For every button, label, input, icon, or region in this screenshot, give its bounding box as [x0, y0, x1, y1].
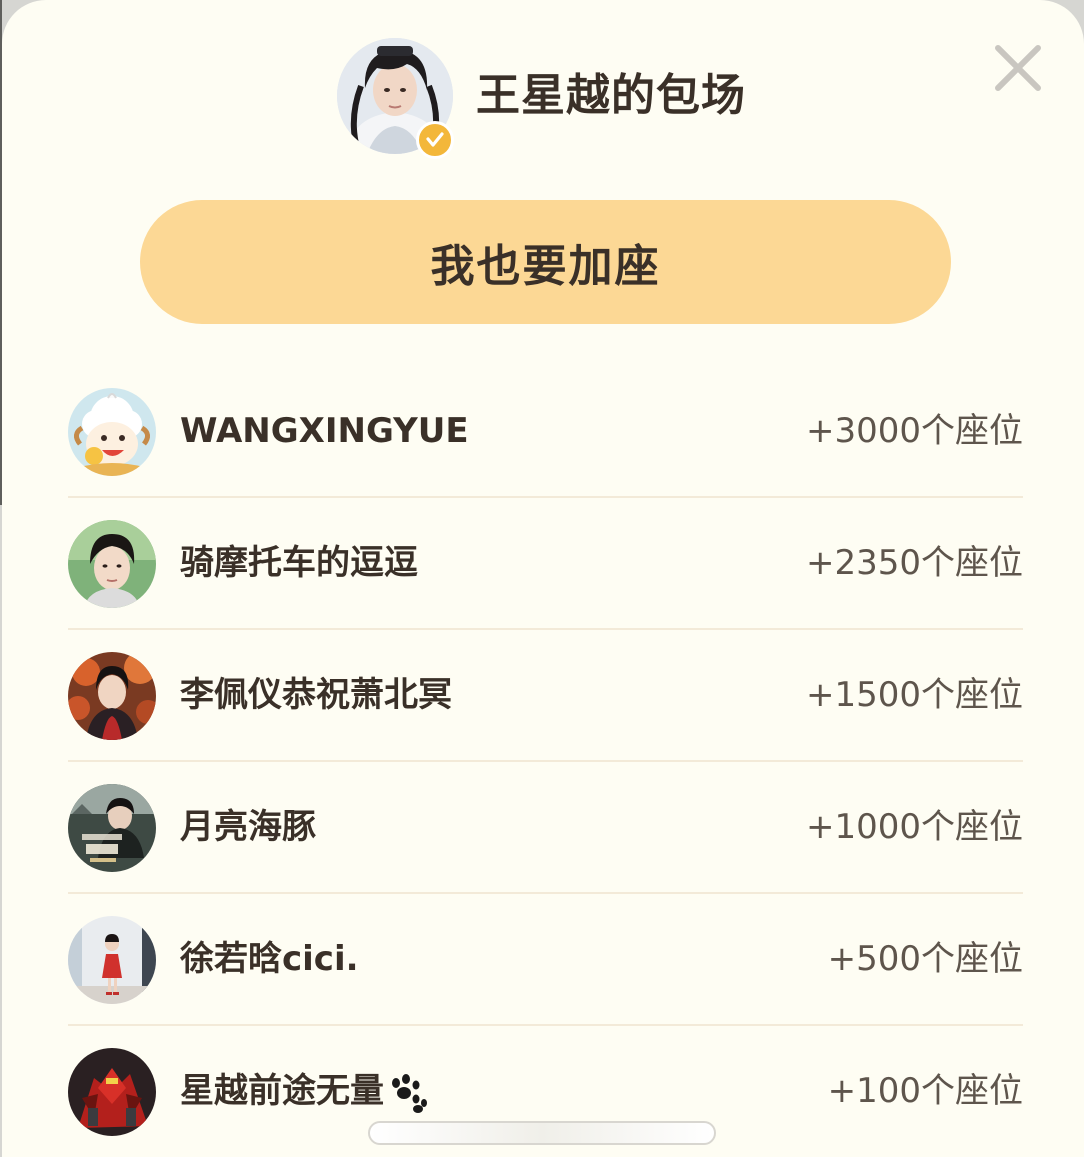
- user-name: 徐若晗cici.: [180, 939, 359, 979]
- user-name: WANGXINGYUE: [180, 411, 469, 451]
- paw-print-icon: [392, 1073, 427, 1113]
- user-name: 李佩仪恭祝萧北冥: [180, 675, 452, 715]
- user-avatar[interactable]: [68, 1048, 156, 1136]
- verified-badge: [416, 121, 454, 159]
- seat-sheet-panel: 王星越的包场 我也要加座 WANGXINGYUE +3000个座位 骑摩托车的逗…: [2, 0, 1084, 1157]
- verified-check-icon: [426, 132, 444, 147]
- seat-count: +1500个座位: [805, 675, 1023, 715]
- close-button[interactable]: [992, 42, 1046, 96]
- home-indicator[interactable]: [368, 1121, 716, 1145]
- list-item[interactable]: 徐若晗cici. +500个座位: [68, 894, 1023, 1026]
- page-title: 王星越的包场: [476, 70, 746, 121]
- list-item[interactable]: 骑摩托车的逗逗 +2350个座位: [68, 498, 1023, 630]
- user-name-text: 星越前途无量: [180, 1071, 384, 1111]
- seat-contributor-list: WANGXINGYUE +3000个座位 骑摩托车的逗逗 +2350个座位 李佩…: [68, 366, 1023, 1157]
- seat-count: +500个座位: [827, 939, 1023, 979]
- costume-portrait-avatar: [68, 652, 156, 740]
- user-avatar[interactable]: [68, 652, 156, 740]
- user-avatar[interactable]: [68, 916, 156, 1004]
- user-name: 骑摩托车的逗逗: [180, 543, 418, 583]
- seat-count: +3000个座位: [805, 411, 1023, 451]
- cartoon-sheep-avatar: [68, 388, 156, 476]
- list-item[interactable]: 月亮海豚 +1000个座位: [68, 762, 1023, 894]
- seat-count: +1000个座位: [805, 807, 1023, 847]
- list-item[interactable]: 李佩仪恭祝萧北冥 +1500个座位: [68, 630, 1023, 762]
- user-name: 月亮海豚: [180, 807, 316, 847]
- poster-avatar: [68, 784, 156, 872]
- user-avatar[interactable]: [68, 520, 156, 608]
- close-icon: [995, 45, 1041, 91]
- user-name: 星越前途无量: [180, 1068, 428, 1114]
- add-seat-button-label: 我也要加座: [430, 241, 661, 292]
- mecha-avatar: [68, 1048, 156, 1136]
- seat-count: +100个座位: [827, 1071, 1023, 1111]
- child-photo-avatar: [68, 916, 156, 1004]
- list-item[interactable]: WANGXINGYUE +3000个座位: [68, 366, 1023, 498]
- seat-count: +2350个座位: [805, 543, 1023, 583]
- add-seat-button[interactable]: 我也要加座: [140, 200, 951, 324]
- user-avatar[interactable]: [68, 388, 156, 476]
- user-avatar[interactable]: [68, 784, 156, 872]
- portrait-avatar: [68, 520, 156, 608]
